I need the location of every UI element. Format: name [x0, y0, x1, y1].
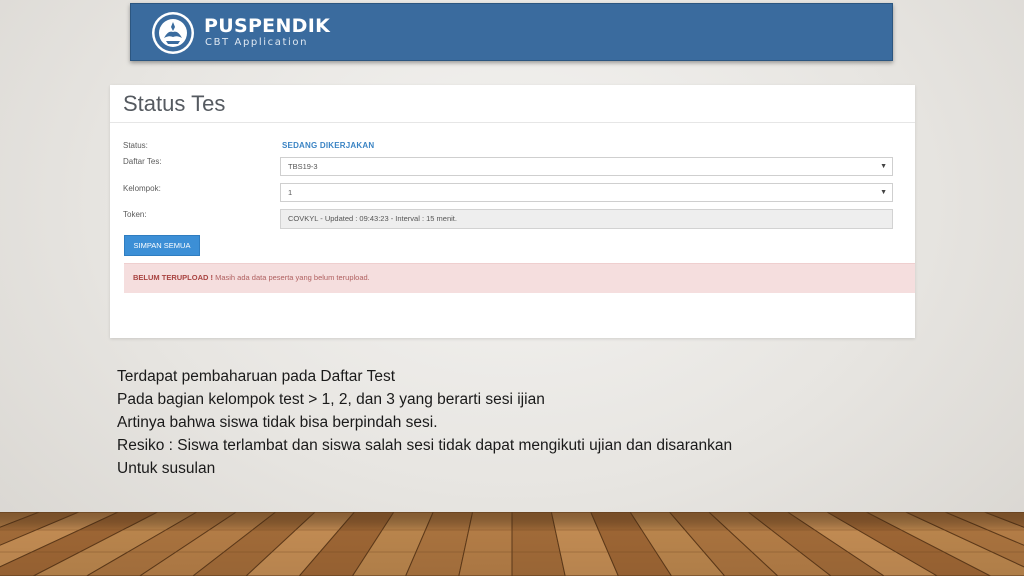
daftar-tes-selected-value: TBS19-3	[288, 162, 318, 171]
kelompok-select[interactable]: 1 ▼	[280, 183, 893, 202]
status-value: SEDANG DIKERJAKAN	[282, 141, 375, 150]
description-line-5: Untuk susulan	[117, 460, 216, 477]
kelompok-label: Kelompok:	[123, 184, 161, 193]
daftar-tes-select[interactable]: TBS19-3 ▼	[280, 157, 893, 176]
simpan-semua-button[interactable]: SIMPAN SEMUA	[124, 235, 200, 256]
description-line-3: Artinya bahwa siswa tidak bisa berpindah…	[117, 414, 438, 431]
description-line-2: Pada bagian kelompok test > 1, 2, dan 3 …	[117, 391, 545, 408]
token-label: Token:	[123, 210, 147, 219]
token-field: COVKYL - Updated : 09:43:23 - Interval :…	[280, 209, 893, 229]
wooden-floor-decoration	[0, 512, 1024, 576]
wood-planks-graphic	[0, 512, 1024, 576]
slide-description: Terdapat pembaharuan pada Daftar Test Pa…	[117, 365, 877, 480]
chevron-down-icon: ▼	[880, 189, 887, 196]
title-divider	[110, 122, 915, 123]
app-subtitle: CBT Application	[205, 37, 309, 48]
app-header-banner: PUSPENDIK CBT Application	[130, 3, 893, 61]
daftar-tes-label: Daftar Tes:	[123, 157, 162, 166]
alert-message: Masih ada data peserta yang belum terupl…	[213, 273, 370, 282]
description-line-1: Terdapat pembaharuan pada Daftar Test	[117, 368, 396, 385]
kelompok-selected-value: 1	[288, 188, 293, 197]
upload-warning-alert: BELUM TERUPLOAD ! Masih ada data peserta…	[124, 263, 915, 293]
chevron-down-icon: ▼	[880, 163, 887, 170]
app-name: PUSPENDIK	[204, 15, 331, 37]
alert-title: BELUM TERUPLOAD !	[133, 273, 213, 282]
tut-wuri-handayani-emblem-icon	[152, 12, 194, 54]
status-label: Status:	[123, 141, 148, 150]
description-line-4: Resiko : Siswa terlambat dan siswa salah…	[117, 437, 733, 454]
status-tes-panel: Status Tes Status: SEDANG DIKERJAKAN Daf…	[110, 85, 915, 338]
page-title: Status Tes	[123, 91, 226, 116]
